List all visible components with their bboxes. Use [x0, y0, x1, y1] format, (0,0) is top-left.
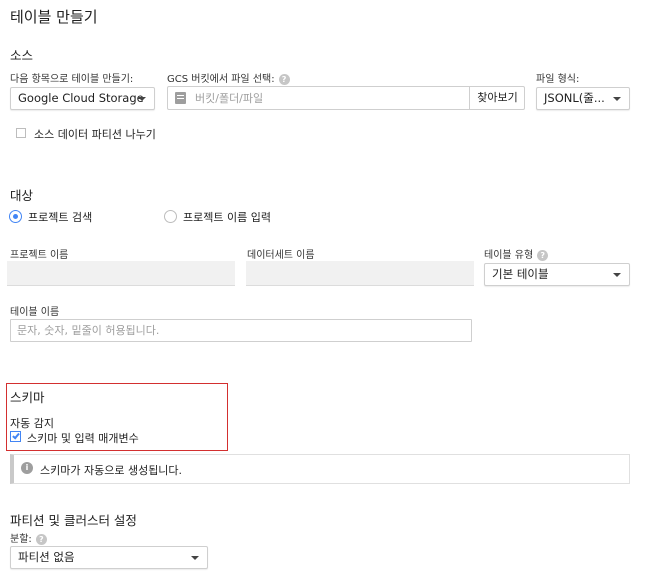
- table-type-label: 테이블 유형?: [484, 246, 549, 261]
- gcs-file-field[interactable]: 버킷/폴더/파일 찾아보기: [167, 86, 525, 110]
- table-type-select[interactable]: 기본 테이블: [484, 263, 630, 286]
- schema-heading: 스키마: [10, 390, 45, 405]
- browse-button[interactable]: 찾아보기: [469, 86, 525, 110]
- dropdown-caret-icon: [191, 556, 199, 560]
- auto-detect-label: 자동 감지: [10, 417, 54, 430]
- schema-info-text: 스키마가 자동으로 생성됩니다.: [40, 464, 183, 477]
- create-from-select[interactable]: Google Cloud Storage: [10, 87, 155, 110]
- partition-source-checkbox[interactable]: [16, 128, 26, 138]
- gcs-label-text: GCS 버킷에서 파일 선택:: [167, 74, 275, 85]
- dropdown-caret-icon: [613, 273, 621, 277]
- table-type-value: 기본 테이블: [492, 267, 549, 281]
- help-icon[interactable]: ?: [537, 249, 549, 261]
- help-icon[interactable]: ?: [278, 73, 290, 85]
- file-format-label: 파일 형식:: [536, 74, 580, 85]
- split-label: 분할:?: [10, 530, 47, 545]
- info-icon: i: [21, 462, 33, 474]
- radio-project-search[interactable]: [9, 210, 22, 223]
- project-name-label: 프로젝트 이름: [10, 250, 69, 261]
- dataset-name-label: 데이터세트 이름: [247, 250, 315, 261]
- file-icon: [175, 92, 186, 104]
- dropdown-caret-icon: [613, 97, 621, 101]
- file-format-select[interactable]: JSONL(줄...: [536, 87, 630, 110]
- help-icon[interactable]: ?: [35, 533, 47, 545]
- partition-value: 파티션 없음: [18, 550, 75, 564]
- page-title: 테이블 만들기: [10, 8, 98, 26]
- create-from-value: Google Cloud Storage: [18, 91, 144, 105]
- table-type-label-text: 테이블 유형: [484, 250, 534, 261]
- dropdown-caret-icon: [138, 97, 146, 101]
- project-name-field[interactable]: [7, 261, 235, 286]
- file-format-value: JSONL(줄...: [544, 91, 605, 105]
- schema-checkbox-label: 스키마 및 입력 매개변수: [27, 432, 139, 445]
- table-name-label: 테이블 이름: [10, 307, 60, 318]
- radio-project-search-label: 프로젝트 검색: [28, 211, 93, 224]
- destination-heading: 대상: [10, 188, 34, 203]
- source-heading: 소스: [10, 48, 34, 63]
- gcs-path-placeholder: 버킷/폴더/파일: [195, 92, 264, 105]
- dataset-name-field[interactable]: [246, 261, 474, 286]
- radio-project-enter-label: 프로젝트 이름 입력: [183, 211, 271, 224]
- radio-project-enter[interactable]: [164, 210, 177, 223]
- checkbox-checked-icon[interactable]: [10, 431, 21, 442]
- partition-heading: 파티션 및 클러스터 설정: [10, 513, 137, 528]
- partition-select[interactable]: 파티션 없음: [10, 546, 208, 569]
- schema-info-banner: i 스키마가 자동으로 생성됩니다.: [10, 454, 630, 484]
- gcs-label: GCS 버킷에서 파일 선택:?: [167, 70, 290, 85]
- partition-source-label: 소스 데이터 파티션 나누기: [34, 128, 156, 141]
- split-label-text: 분할:: [10, 534, 32, 545]
- create-from-label: 다음 항목으로 테이블 만들기:: [10, 74, 134, 85]
- table-name-input[interactable]: 문자, 숫자, 밑줄이 허용됩니다.: [10, 319, 472, 342]
